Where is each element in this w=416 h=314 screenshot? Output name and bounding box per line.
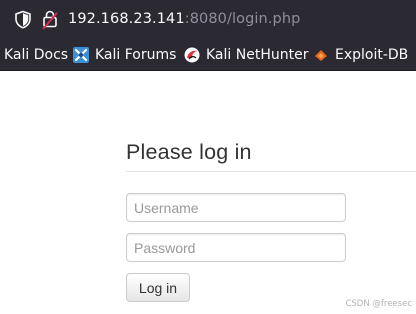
- bookmark-label: Exploit-DB: [335, 47, 409, 63]
- bookmark-kali-docs[interactable]: Kali Docs: [4, 45, 68, 65]
- bookmark-label: Kali Docs: [4, 47, 69, 63]
- bookmark-exploit-db[interactable]: Exploit-DB: [313, 45, 408, 65]
- url-path: :8080/login.php: [184, 11, 301, 27]
- insecure-lock-icon[interactable]: [42, 9, 58, 30]
- bookmark-label: Kali NetHunter: [206, 47, 309, 63]
- bookmark-kali-nethunter[interactable]: Kali NetHunter: [184, 45, 308, 65]
- kali-nethunter-icon: [184, 47, 200, 63]
- title-divider: [126, 171, 416, 172]
- password-input[interactable]: [126, 233, 346, 262]
- url-host: 192.168.23.141: [68, 11, 185, 27]
- bookmark-kali-forums[interactable]: Kali Forums: [73, 45, 176, 65]
- login-button[interactable]: Log in: [126, 273, 190, 302]
- watermark: CSDN @freesec: [345, 299, 412, 309]
- bookmarks-toolbar: Kali Docs Kali Forums Kali NetHunter Exp…: [0, 39, 416, 71]
- tracking-protection-shield-icon[interactable]: [14, 10, 32, 29]
- page-content: Please log in Log in CSDN @freesec: [0, 71, 416, 314]
- exploit-db-icon: [315, 50, 327, 61]
- page-title: Please log in: [126, 140, 252, 164]
- username-input[interactable]: [126, 193, 346, 222]
- kali-forums-icon: [73, 47, 89, 63]
- bookmark-label: Kali Forums: [95, 47, 177, 63]
- url-bar[interactable]: 192.168.23.141:8080/login.php: [0, 0, 416, 39]
- url-text[interactable]: 192.168.23.141:8080/login.php: [68, 9, 300, 29]
